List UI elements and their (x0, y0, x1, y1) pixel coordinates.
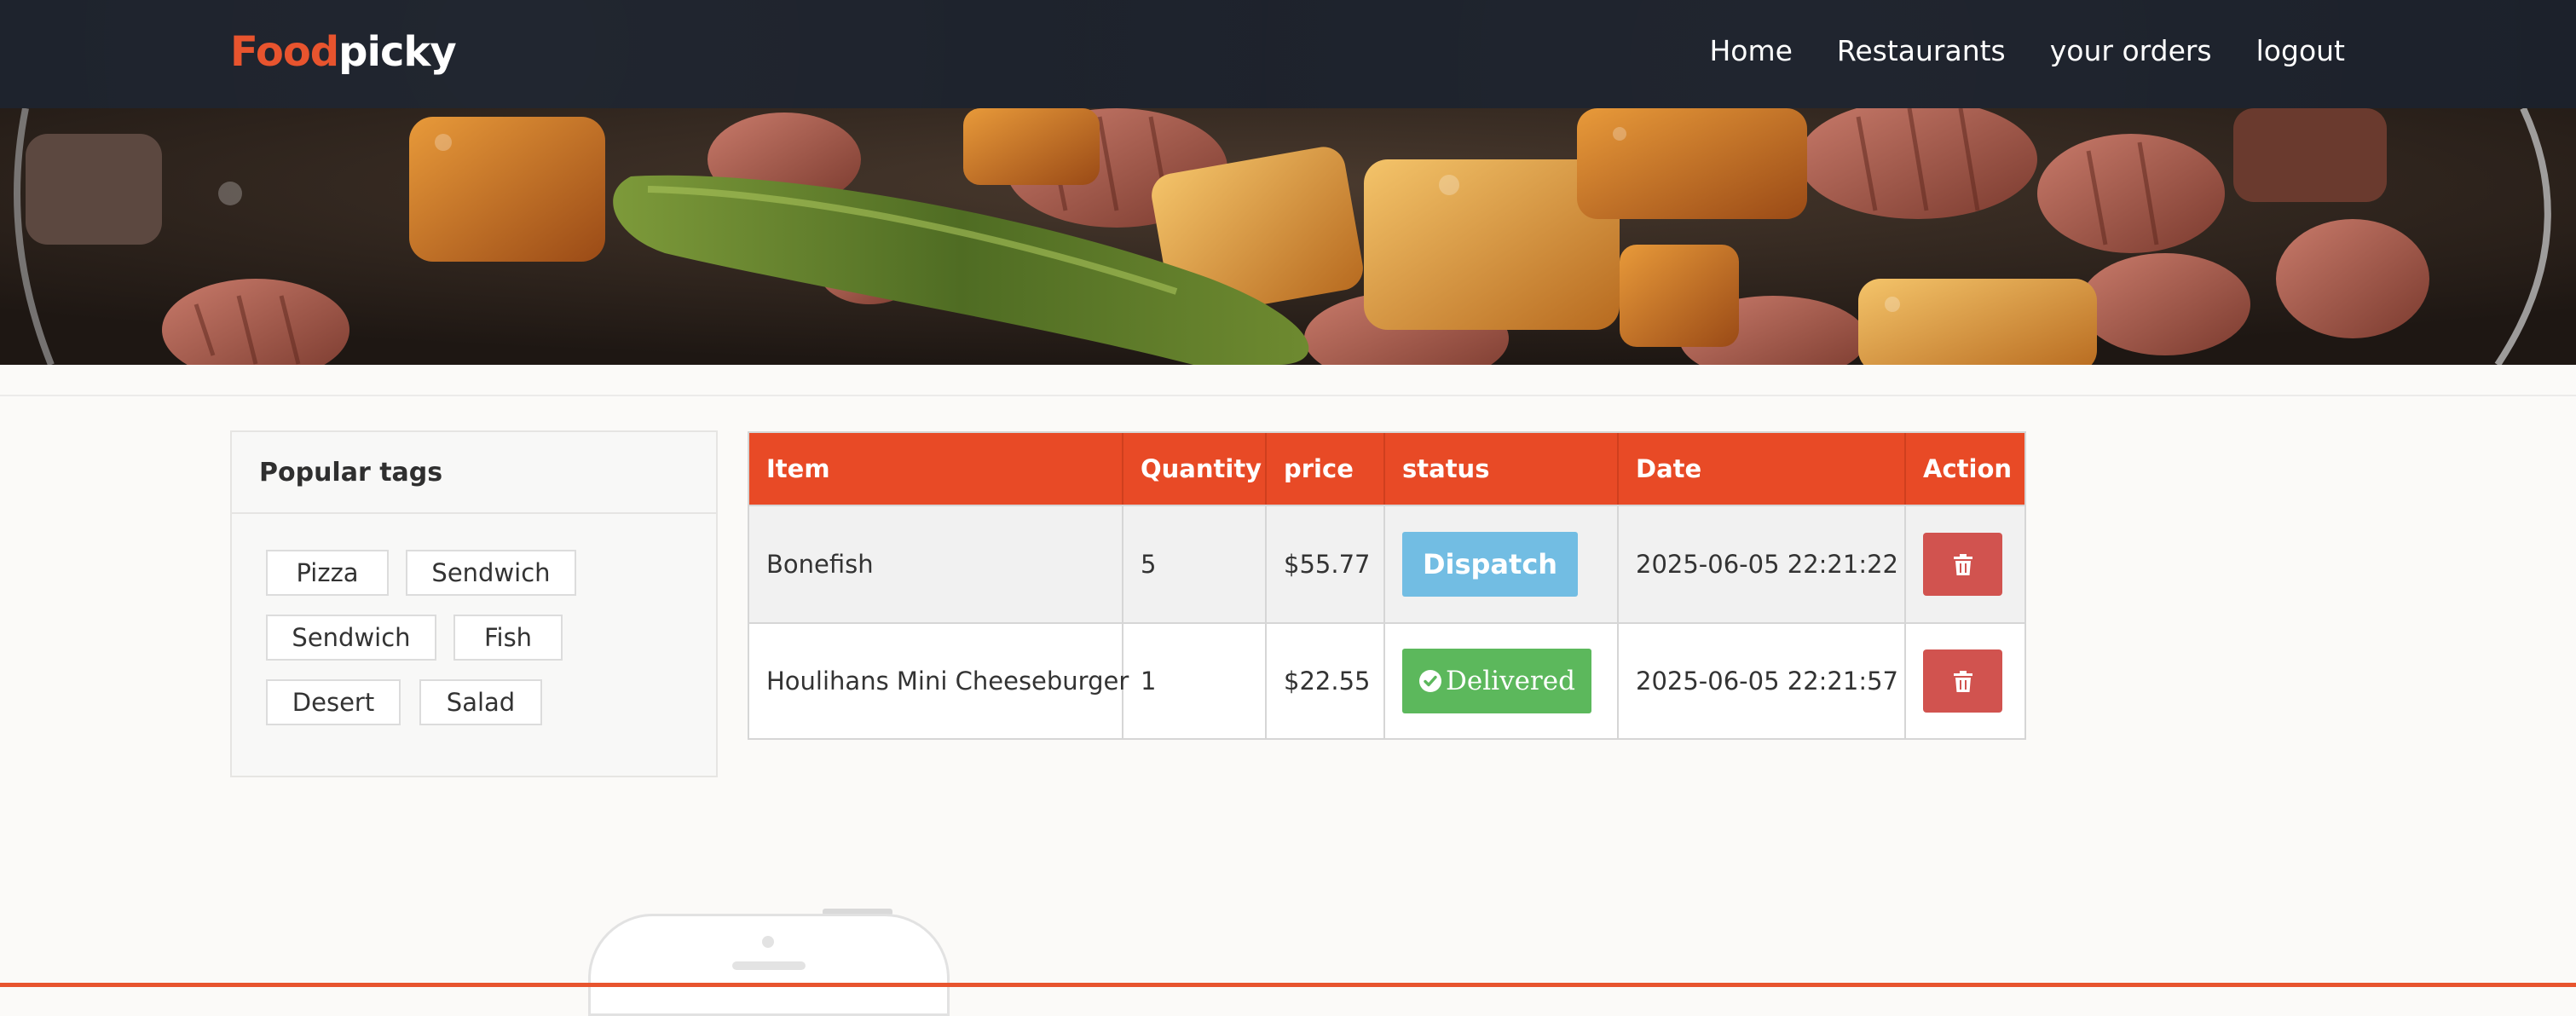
tag-fish[interactable]: Fish (453, 615, 563, 661)
phone-mockup-camera (762, 936, 774, 948)
logo-text-food: Food (230, 28, 339, 76)
order-action-cell (1906, 624, 2024, 738)
popular-tags-title: Popular tags (259, 457, 443, 488)
order-date: 2025-06-05 22:21:22 (1619, 506, 1906, 622)
popular-tags-header: Popular tags (232, 432, 716, 514)
header-date: Date (1619, 433, 1906, 505)
nav-logout-link[interactable]: logout (2256, 34, 2345, 67)
check-circle-icon (1418, 669, 1442, 693)
table-row: Bonefish 5 $55.77 Dispatch 2025-06-05 22… (749, 505, 2024, 622)
order-price: $22.55 (1267, 624, 1385, 738)
popular-tags-panel: Popular tags Pizza Sendwich Sendwich Fis… (230, 430, 718, 777)
header-item: Item (749, 433, 1123, 505)
logo-text-picky: picky (338, 28, 456, 76)
header-quantity: Quantity (1123, 433, 1267, 505)
order-item-name: Bonefish (749, 506, 1123, 622)
order-action-cell (1906, 506, 2024, 622)
trash-icon (1953, 552, 1973, 576)
order-date: 2025-06-05 22:21:57 (1619, 624, 1906, 738)
hero-banner-image (0, 108, 2576, 365)
order-status-cell: Delivered (1385, 624, 1619, 738)
footer-accent-line (0, 983, 2576, 987)
header-action: Action (1923, 454, 2013, 483)
order-quantity: 1 (1123, 624, 1267, 738)
orders-table: Item Quantity price status Date Action B… (748, 431, 2026, 740)
tag-sendwich[interactable]: Sendwich (266, 615, 436, 661)
header-price: price (1267, 433, 1385, 505)
table-row: Houlihans Mini Cheeseburger 1 $22.55 Del… (749, 622, 2024, 738)
phone-mockup-speaker (732, 961, 806, 970)
status-delivered-button[interactable]: Delivered (1402, 649, 1591, 713)
tag-salad[interactable]: Salad (419, 679, 542, 725)
tag-desert[interactable]: Desert (266, 679, 401, 725)
status-dispatch-button[interactable]: Dispatch (1402, 532, 1578, 597)
section-divider (0, 395, 2576, 396)
order-item-name: Houlihans Mini Cheeseburger (749, 624, 1129, 738)
tag-pizza[interactable]: Pizza (266, 550, 389, 596)
tag-sendwich[interactable]: Sendwich (406, 550, 576, 596)
order-status-cell: Dispatch (1385, 506, 1619, 622)
table-header-row: Item Quantity price status Date Action (749, 433, 2024, 505)
delete-order-button[interactable] (1923, 533, 2002, 596)
top-navbar: Foodpicky Home Restaurants your orders l… (0, 0, 2576, 108)
header-status: status (1385, 433, 1619, 505)
nav-restaurants-link[interactable]: Restaurants (1837, 34, 2006, 67)
delete-order-button[interactable] (1923, 649, 2002, 713)
order-price: $55.77 (1267, 506, 1385, 622)
trash-icon (1953, 669, 1973, 693)
foodpicky-logo[interactable]: Foodpicky (230, 26, 457, 78)
order-quantity: 5 (1123, 506, 1267, 622)
nav-your-orders-link[interactable]: your orders (2050, 34, 2212, 67)
status-delivered-label: Delivered (1446, 666, 1575, 696)
main-nav: Home Restaurants your orders logout (1709, 0, 2345, 101)
nav-home-link[interactable]: Home (1709, 34, 1792, 67)
food-photo-illustration (0, 108, 2576, 365)
